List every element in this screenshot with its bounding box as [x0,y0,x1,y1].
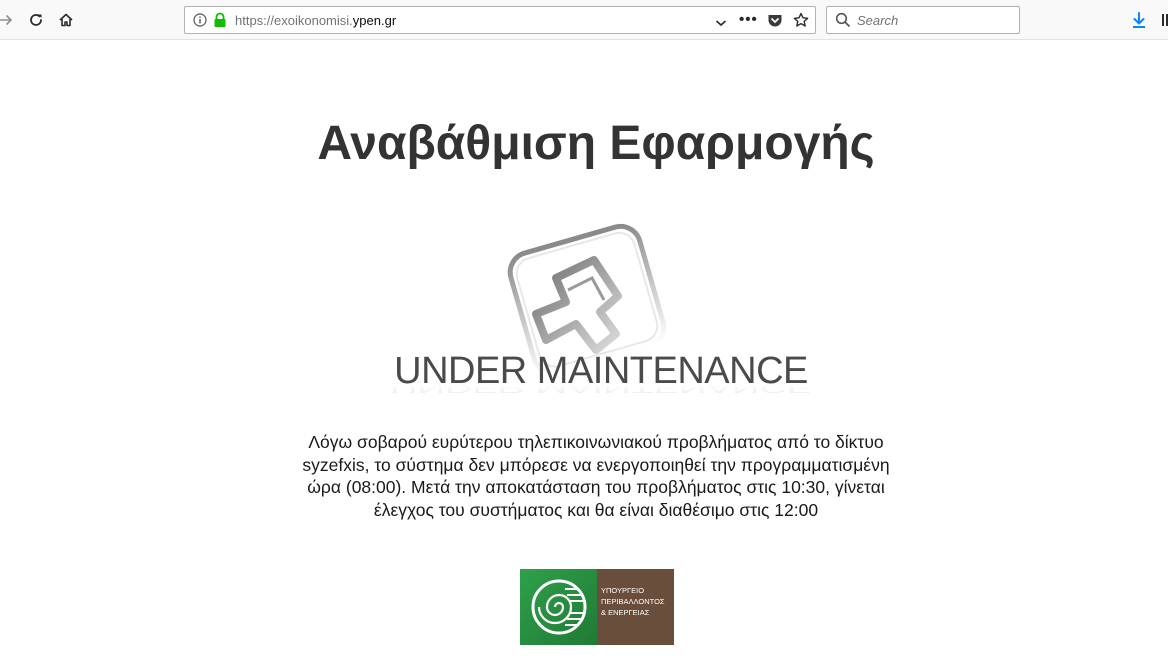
search-placeholder: Search [857,13,899,28]
url-host: ypen.gr [352,13,397,28]
ministry-name-line2: ΠΕΡΙΒΑΛΛΟΝΤΟΣ [601,597,665,606]
bookmark-star-icon[interactable] [793,12,809,33]
ministry-emblem [520,569,597,645]
maintenance-label-reflection: UNDER MAINTENANCE [390,381,812,396]
lock-icon[interactable] [213,12,227,33]
search-icon [835,12,851,33]
page-title: Αναβάθμιση Εφαρμογής [317,117,875,170]
info-icon[interactable] [193,13,207,32]
spiral-sun-icon [531,579,586,635]
ministry-name-line3: & ΕΝΕΡΓΕΙΑΣ [601,608,650,617]
home-icon[interactable] [54,8,78,32]
under-maintenance-graphic: UNDER MAINTENANCE UNDER MAINTENANCE [390,223,812,396]
ministry-logo: ΥΠΟΥΡΓΕΙΟ ΠΕΡΙΒΑΛΛΟΝΤΟΣ & ΕΝΕΡΓΕΙΑΣ [520,569,674,645]
download-icon[interactable] [1127,8,1151,32]
ministry-name-line1: ΥΠΟΥΡΓΕΙΟ [601,586,645,595]
ministry-name: ΥΠΟΥΡΓΕΙΟ ΠΕΡΙΒΑΛΛΟΝΤΟΣ & ΕΝΕΡΓΕΙΑΣ [597,569,674,645]
url-bar[interactable]: https://exoikonomisi.ypen.gr ••• [184,6,816,34]
pocket-icon[interactable] [767,12,783,33]
forward-icon[interactable] [0,8,18,32]
reload-icon[interactable] [24,8,48,32]
url-text[interactable]: https://exoikonomisi.ypen.gr [235,13,396,28]
browser-toolbar: https://exoikonomisi.ypen.gr ••• Search [0,0,1168,40]
search-bar[interactable]: Search [826,6,1020,34]
library-icon[interactable] [1156,8,1168,32]
maintenance-message: Λόγω σοβαρού ευρύτερου τηλεπικοινωνιακού… [302,432,890,520]
url-prefix: https://exoikonomisi. [235,13,353,28]
more-icon[interactable]: ••• [739,11,758,28]
dropdown-icon[interactable] [715,15,727,33]
